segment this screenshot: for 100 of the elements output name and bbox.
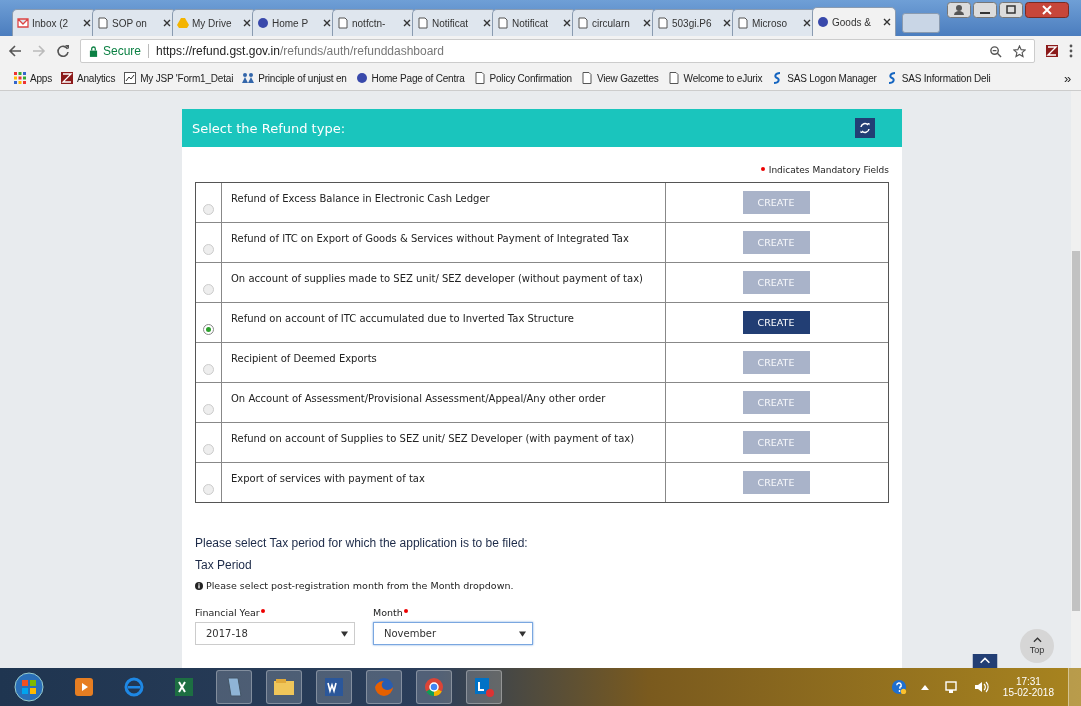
required-dot (260, 609, 265, 613)
spreadsheet-icon[interactable] (172, 675, 196, 699)
url-host: https://refund.gst.gov.in (156, 44, 280, 58)
restore-icon[interactable] (999, 2, 1023, 18)
extension-icon[interactable] (1045, 44, 1059, 58)
required-dot (760, 167, 765, 171)
page-icon (473, 72, 486, 84)
refund-type-label: Refund of Excess Balance in Electronic Cash Ledger (222, 183, 666, 222)
close-icon[interactable] (83, 19, 91, 27)
secure-label: Secure (103, 44, 142, 58)
tab-favicon-icon (417, 17, 429, 29)
period-heading: Tax Period (195, 558, 253, 572)
tab-favicon-icon (97, 17, 109, 29)
star-icon[interactable] (1013, 44, 1026, 58)
close-icon[interactable] (643, 19, 651, 27)
panel-title: Select the Refund type: (192, 120, 345, 136)
chevron-up-icon (1032, 637, 1042, 643)
tab-favicon-icon (497, 17, 509, 29)
close-icon[interactable] (1025, 2, 1069, 18)
bookmark-item[interactable]: Analytics (61, 72, 116, 84)
bookmark-icon (61, 72, 73, 84)
zoom-icon[interactable] (989, 44, 1002, 58)
clock[interactable]: 17:31 15-02-2018 (1002, 676, 1054, 698)
mandatory-note: Indicates Mandatory Fields (768, 165, 889, 175)
tab-favicon-icon (257, 17, 269, 29)
refund-type-label: Refund of ITC on Export of Goods & Services without Payment of Integrated Tax (222, 223, 666, 262)
field-label: Month (373, 607, 403, 618)
tray-arrow-icon[interactable] (920, 684, 929, 690)
refresh-button[interactable] (855, 118, 875, 138)
period-prompt: Please select Tax period for which the application is to be filed: (195, 536, 529, 550)
create-button[interactable]: CREATE (742, 311, 810, 334)
tab-favicon-icon (657, 17, 669, 29)
browser-tab[interactable]: Goods & (812, 7, 896, 36)
back-icon[interactable] (8, 44, 22, 58)
tab-favicon-icon (737, 17, 749, 29)
refund-type-label: On Account of Assessment/Provisional Assessment/Appeal/Any other order (222, 383, 666, 422)
chart-icon (124, 72, 137, 84)
close-icon[interactable] (163, 19, 171, 27)
refund-type-label: Refund on account of Supplies to SEZ unit/ SEZ Developer (with payment of tax) (222, 423, 666, 462)
chat-icon[interactable] (472, 675, 496, 699)
people-icon (242, 72, 255, 84)
caret-icon (519, 630, 526, 637)
bookmark-item[interactable]: Home Page of Centra (355, 72, 465, 84)
refund-type-label: Refund on account of ITC accumulated due to Inverted Tax Structure (222, 303, 666, 342)
tab-favicon-icon (337, 17, 349, 29)
bookmark-item[interactable]: My JSP 'Form1_Detai (124, 72, 234, 84)
page-icon (580, 72, 593, 84)
time-text: 17:31 (1015, 676, 1041, 687)
dropdown-field[interactable]: November (373, 622, 533, 645)
scroll-up-button[interactable] (971, 654, 999, 668)
media-player-icon[interactable] (72, 675, 96, 699)
close-icon[interactable] (803, 19, 811, 27)
close-icon[interactable] (403, 19, 411, 27)
speaker-icon[interactable] (972, 679, 989, 695)
close-icon[interactable] (483, 19, 491, 27)
caret-icon (341, 630, 348, 637)
minimize-icon[interactable] (973, 2, 997, 18)
close-icon[interactable] (883, 18, 891, 26)
start-button[interactable] (14, 672, 44, 702)
page-icon (667, 72, 680, 84)
refund-type-label: Recipient of Deemed Exports (222, 343, 666, 382)
help-icon[interactable] (890, 679, 907, 695)
close-icon[interactable] (723, 19, 731, 27)
bookmark-item[interactable]: Welcome to eJurix (667, 72, 763, 84)
required-dot (403, 609, 408, 613)
document-icon[interactable] (322, 675, 346, 699)
tab-favicon-icon (177, 17, 189, 29)
tab-favicon-icon (817, 16, 829, 28)
user-icon[interactable] (947, 2, 971, 18)
radio-button[interactable] (203, 324, 214, 335)
tab-favicon-icon (17, 17, 29, 29)
browser-logo-icon[interactable] (422, 675, 446, 699)
reload-icon[interactable] (56, 44, 70, 58)
close-icon[interactable] (563, 19, 571, 27)
tab-favicon-icon (577, 17, 589, 29)
bookmark-item[interactable]: Principle of unjust en (242, 72, 347, 84)
bookmark-item[interactable]: SAS Logon Manager (771, 72, 877, 84)
refund-type-label: Export of services with payment of tax (222, 463, 666, 502)
more-bookmarks-button[interactable]: » (1063, 70, 1071, 86)
bookmark-item[interactable]: Policy Confirmation (473, 72, 572, 84)
top-button[interactable]: Top (1020, 629, 1054, 663)
date-text: 15-02-2018 (1002, 687, 1054, 698)
apps-grid-icon (14, 72, 26, 84)
refund-type-label: On account of supplies made to SEZ unit/ SEZ developer (without payment of tax) (222, 263, 666, 302)
menu-icon[interactable] (1069, 44, 1073, 58)
bookmark-item[interactable]: Apps (14, 72, 52, 84)
field-label: Financial Year (195, 607, 260, 618)
bookmark-item[interactable]: SAS Information Deli (885, 72, 991, 84)
emblem-icon (355, 72, 368, 84)
dropdown-field[interactable]: 2017-18 (195, 622, 355, 645)
bookmark-item[interactable]: View Gazettes (580, 72, 659, 84)
url-path: /refunds/auth/refunddashboard (279, 44, 444, 58)
lock-icon (89, 45, 98, 57)
network-icon[interactable] (942, 679, 959, 695)
scrollbar[interactable] (1071, 91, 1081, 668)
info-icon (195, 581, 203, 590)
address-bar[interactable]: Secure https://refund.gst.gov.in/refunds/auth/refunddashboard (80, 39, 1035, 63)
e-logo-icon[interactable] (122, 675, 146, 699)
close-icon[interactable] (243, 19, 251, 27)
close-icon[interactable] (323, 19, 331, 27)
